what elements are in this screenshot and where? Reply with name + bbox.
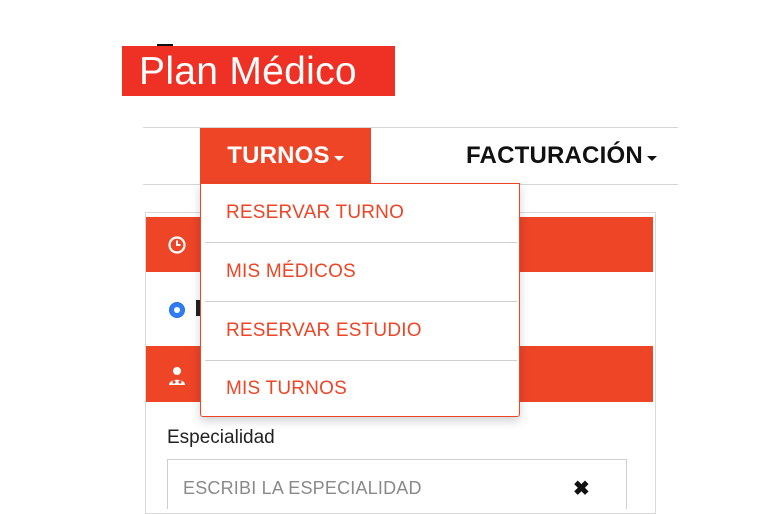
nav-item-facturacion[interactable]: FACTURACIÓN	[466, 128, 657, 184]
logo-text: Plan Médico	[139, 50, 357, 93]
clear-icon[interactable]: ✖	[573, 476, 590, 501]
menu-item-mis-medicos[interactable]: MIS MÉDICOS	[201, 243, 519, 301]
menu-item-reservar-turno[interactable]: RESERVAR TURNO	[201, 184, 519, 242]
nav-item-turnos[interactable]: TURNOS	[200, 128, 371, 184]
menu-item-label: RESERVAR TURNO	[226, 202, 405, 223]
doctor-icon	[167, 366, 187, 391]
menu-item-label: MIS TURNOS	[226, 378, 347, 399]
nav-item-label: FACTURACIÓN	[466, 142, 643, 169]
caret-down-icon	[333, 155, 344, 161]
clock-icon	[168, 236, 186, 259]
turnos-dropdown-menu: RESERVAR TURNO MIS MÉDICOS RESERVAR ESTU…	[200, 183, 520, 417]
menu-item-label: RESERVAR ESTUDIO	[226, 320, 422, 341]
menu-item-reservar-estudio[interactable]: RESERVAR ESTUDIO	[201, 302, 519, 360]
option-radio[interactable]	[169, 302, 185, 318]
menu-item-mis-turnos[interactable]: MIS TURNOS	[201, 360, 519, 418]
menu-item-label: MIS MÉDICOS	[226, 261, 356, 282]
nav-item-label: TURNOS	[227, 142, 330, 169]
specialty-placeholder[interactable]: ESCRIBI LA ESPECIALIDAD	[183, 478, 422, 499]
specialty-label: Especialidad	[167, 427, 275, 448]
caret-down-icon	[646, 155, 657, 161]
